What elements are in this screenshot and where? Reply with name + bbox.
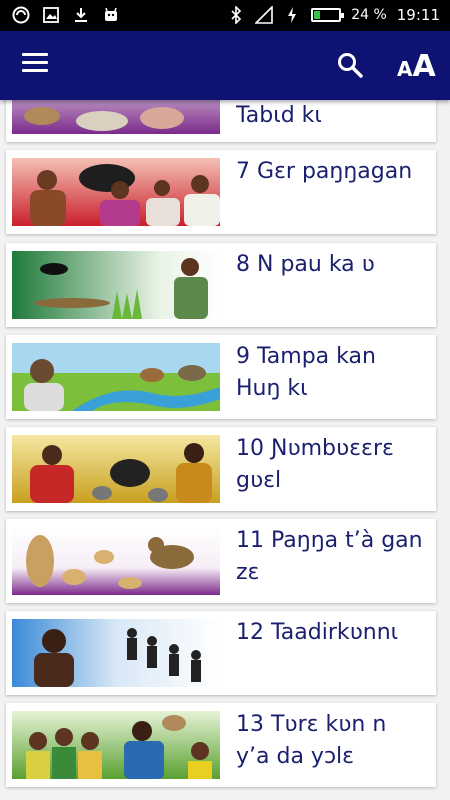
list-item[interactable]: 10 Ɲʋmbʋɛɛrɛ gʋɛl — [6, 427, 436, 511]
lesson-title: 7 Gɛr paŋŋagan — [236, 159, 413, 184]
lesson-thumbnail — [12, 527, 220, 595]
list-item[interactable]: 9 Tampa kan Huŋ kɩ — [6, 335, 436, 419]
lesson-title: 8 N pau ka ʋ — [236, 252, 375, 277]
image-icon — [42, 6, 60, 24]
lesson-title: 9 Tampa kan Huŋ kɩ — [236, 344, 376, 401]
list-item[interactable]: Tabɩd kɩ — [6, 100, 436, 142]
list-item[interactable]: 13 Tʋrɛ kʋn n y’a da yɔlɛ — [6, 703, 436, 787]
font-size-icon[interactable]: AA — [397, 49, 436, 84]
font-big-letter: A — [412, 49, 436, 84]
lesson-title: 13 Tʋrɛ kʋn n y’a da yɔlɛ — [236, 712, 387, 769]
charging-icon — [283, 6, 301, 24]
battery-percent: 24 % — [351, 7, 387, 23]
clock: 19:11 — [396, 6, 440, 24]
list-item[interactable]: 8 N pau ka ʋ — [6, 243, 436, 327]
search-icon[interactable] — [336, 51, 364, 79]
lesson-thumbnail — [12, 158, 220, 226]
lesson-thumbnail — [12, 251, 220, 319]
list-item[interactable]: 11 Paŋŋa t’à gan zɛ — [6, 519, 436, 603]
lesson-title: 11 Paŋŋa t’à gan zɛ — [236, 528, 423, 585]
signal-icon — [255, 6, 273, 24]
status-bar: 24 % 19:11 — [0, 0, 450, 31]
lesson-title: Tabɩd kɩ — [236, 103, 322, 128]
list-item[interactable]: 7 Gɛr paŋŋagan — [6, 150, 436, 234]
list-item[interactable]: 12 Taadirkʋnnɩ — [6, 611, 436, 695]
hamburger-menu-icon[interactable] — [22, 53, 48, 75]
lesson-title: 12 Taadirkʋnnɩ — [236, 620, 399, 645]
bluetooth-icon — [227, 6, 245, 24]
android-icon — [102, 6, 120, 24]
battery-icon — [311, 8, 345, 22]
app-bar: AA — [0, 31, 450, 100]
lesson-title: 10 Ɲʋmbʋɛɛrɛ gʋɛl — [236, 436, 394, 493]
lesson-thumbnail — [12, 100, 220, 134]
notification-icons — [12, 6, 120, 24]
system-status: 24 % 19:11 — [227, 6, 440, 24]
lesson-thumbnail — [12, 435, 220, 503]
lesson-thumbnail — [12, 711, 220, 779]
lesson-thumbnail — [12, 343, 220, 411]
app-notification-icon — [12, 6, 30, 24]
font-small-letter: A — [397, 57, 413, 81]
lesson-thumbnail — [12, 619, 220, 687]
lesson-list[interactable]: Tabɩd kɩ 7 Gɛr paŋŋagan 8 N pau ka ʋ 9 T… — [0, 100, 450, 800]
download-icon — [72, 6, 90, 24]
